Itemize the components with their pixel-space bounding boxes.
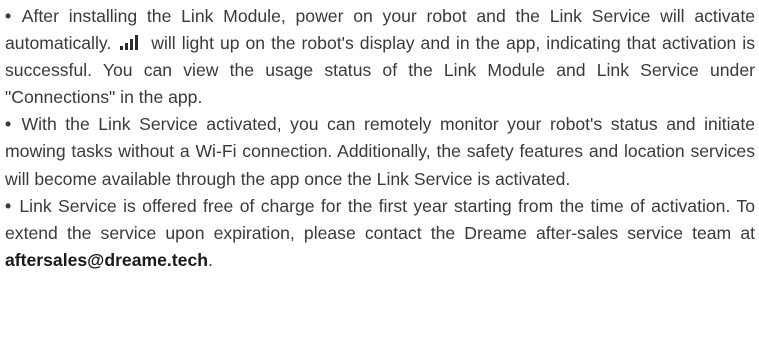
signal-bars-icon	[119, 35, 143, 51]
paragraph-text: .	[207, 249, 213, 270]
bullet: •	[5, 6, 12, 26]
bullet: •	[5, 114, 12, 135]
document-body: • After installing the Link Module, powe…	[0, 0, 759, 348]
paragraph-text: will light up on the robot's display and…	[5, 33, 755, 108]
support-email[interactable]: aftersales@dreame.tech	[5, 250, 208, 270]
paragraph-text: With the Link Service activated, you can…	[5, 114, 755, 189]
bullet: •	[5, 195, 12, 216]
paragraph-text: Link Service is offered free of charge f…	[5, 195, 755, 243]
paragraph-service-terms: • Link Service is offered free of charge…	[5, 193, 755, 274]
paragraph-activation: • After installing the Link Module, powe…	[5, 3, 755, 111]
paragraph-remote-monitoring: • With the Link Service activated, you c…	[5, 111, 755, 192]
